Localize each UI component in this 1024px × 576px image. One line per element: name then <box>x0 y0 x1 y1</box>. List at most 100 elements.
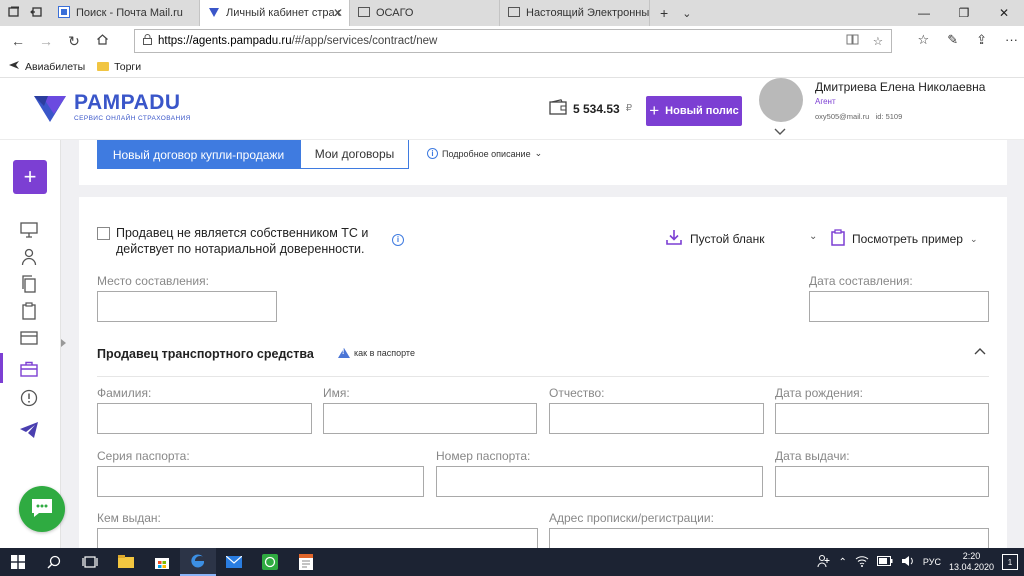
minimize-icon[interactable]: — <box>904 6 944 20</box>
pampadu-logo[interactable]: PAMPADU СЕРВИС ОНЛАЙН СТРАХОВАНИЯ <box>32 92 191 127</box>
birth-date-input[interactable] <box>775 403 989 434</box>
people-icon[interactable] <box>817 554 831 570</box>
task-view-icon[interactable] <box>72 548 108 576</box>
last-name-input[interactable] <box>97 403 312 434</box>
view-example-button[interactable]: Посмотреть пример ⌄ <box>831 229 978 249</box>
notes-pen-icon[interactable]: ✎ <box>947 32 958 48</box>
store-icon[interactable] <box>144 548 180 576</box>
tab-list-chevron-icon[interactable]: ⌄ <box>682 7 691 20</box>
tab-my-contracts[interactable]: Мои договоры <box>300 140 409 169</box>
clock-time: 2:20 <box>962 551 981 561</box>
tab-electronic[interactable]: Настоящий Электронный Г <box>500 0 650 26</box>
monitor-icon[interactable] <box>19 220 39 240</box>
passport-series-label: Серия паспорта: <box>97 449 190 463</box>
address-bar-row: ← → ↻ https://agents.pampadu.ru/#/app/se… <box>0 26 1024 56</box>
share-icon[interactable]: ⇪ <box>976 32 987 48</box>
clock[interactable]: 2:20 13.04.2020 <box>949 551 994 573</box>
tray-chevron-up-icon[interactable]: ⌃ <box>839 557 847 568</box>
favorite-star-icon[interactable]: ☆ <box>873 34 883 48</box>
user-name: Дмитриева Елена Николаевна <box>815 80 986 94</box>
tab-pampadu[interactable]: Личный кабинет страх ✕ <box>200 0 350 26</box>
app-header: PAMPADU СЕРВИС ОНЛАЙН СТРАХОВАНИЯ 5 534.… <box>0 78 1024 140</box>
url-field[interactable]: https://agents.pampadu.ru/#/app/services… <box>134 29 892 53</box>
place-input[interactable] <box>97 291 277 322</box>
favorites-list-icon[interactable]: ☆ <box>918 32 930 48</box>
windows-start-icon[interactable] <box>0 548 36 576</box>
date-label: Дата составления: <box>809 274 913 288</box>
refresh-icon[interactable]: ↻ <box>60 33 88 50</box>
reading-view-icon[interactable] <box>846 34 859 48</box>
notification-center-icon[interactable]: 1 <box>1002 554 1018 570</box>
home-icon[interactable] <box>88 33 116 49</box>
mail-app-icon[interactable] <box>216 548 252 576</box>
card-icon[interactable] <box>19 328 39 348</box>
plane-icon <box>8 59 20 74</box>
close-tab-icon[interactable]: ✕ <box>333 6 343 20</box>
forward-arrow-icon[interactable]: → <box>32 33 60 49</box>
briefcase-icon[interactable] <box>0 353 39 383</box>
bookmark-aviatickets[interactable]: Авиабилеты <box>8 59 85 74</box>
alert-circle-icon[interactable] <box>19 388 39 408</box>
plus-icon: + <box>649 101 660 120</box>
seller-not-owner-checkbox[interactable] <box>97 227 110 240</box>
chevron-down-icon[interactable]: ⌄ <box>809 231 817 242</box>
info-icon[interactable]: i <box>392 234 404 246</box>
sidebar-expand-arrow-icon[interactable] <box>61 339 66 347</box>
battery-icon[interactable] <box>876 556 893 568</box>
restore-icon[interactable]: ❐ <box>944 6 984 20</box>
passport-number-input[interactable] <box>436 466 763 497</box>
sidebar-add-button[interactable]: + <box>13 160 47 194</box>
user-info[interactable]: Дмитриева Елена Николаевна Агент oxy505@… <box>815 80 985 121</box>
whatsapp-icon[interactable] <box>252 548 288 576</box>
new-tab-icon[interactable]: + <box>660 5 668 21</box>
user-icon[interactable] <box>19 247 39 267</box>
document-app-icon[interactable] <box>288 548 324 576</box>
tab-actions-icon[interactable] <box>8 6 20 21</box>
back-arrow-icon[interactable]: ← <box>4 33 32 49</box>
search-icon[interactable] <box>36 548 72 576</box>
issued-by-input[interactable] <box>97 528 538 548</box>
address-label: Адрес прописки/регистрации: <box>549 511 714 525</box>
download-icon <box>666 229 682 248</box>
close-window-icon[interactable]: ✕ <box>984 6 1024 20</box>
empty-blank-button[interactable]: Пустой бланк <box>666 229 764 248</box>
details-link[interactable]: i Подробное описание ⌄ <box>427 148 542 159</box>
tab-osago[interactable]: ОСАГО <box>350 0 500 26</box>
passport-number-label: Номер паспорта: <box>436 449 531 463</box>
first-name-input[interactable] <box>323 403 537 434</box>
details-label: Подробное описание <box>442 148 531 159</box>
edge-browser-icon[interactable] <box>180 548 216 576</box>
logo-subtitle: СЕРВИС ОНЛАЙН СТРАХОВАНИЯ <box>74 115 191 122</box>
more-menu-icon[interactable]: ··· <box>1005 32 1018 48</box>
back-to-tabs-icon[interactable] <box>30 6 42 21</box>
bookmark-torgi[interactable]: Торги <box>97 61 141 73</box>
chevron-down-icon[interactable] <box>774 125 786 139</box>
as-in-passport-hint[interactable]: как в паспорте <box>338 348 415 358</box>
file-explorer-icon[interactable] <box>108 548 144 576</box>
avatar[interactable] <box>759 78 803 122</box>
network-icon[interactable] <box>855 555 869 569</box>
clock-date: 13.04.2020 <box>948 562 994 572</box>
new-policy-button[interactable]: + Новый полис <box>646 96 742 126</box>
date-input[interactable] <box>809 291 989 322</box>
seller-not-owner-label[interactable]: Продавец не является собственником ТС и … <box>116 225 382 257</box>
volume-icon[interactable] <box>901 555 915 569</box>
system-tray: ⌃ РУС 2:20 13.04.2020 1 <box>817 551 1024 573</box>
clipboard-icon[interactable] <box>19 301 39 321</box>
chevron-up-icon[interactable] <box>974 346 986 358</box>
patronymic-input[interactable] <box>549 403 764 434</box>
language-indicator[interactable]: РУС <box>923 557 941 567</box>
tab-mail[interactable]: Поиск - Почта Mail.ru <box>50 0 200 26</box>
telegram-icon[interactable] <box>19 420 39 440</box>
tab-new-contract[interactable]: Новый договор купли-продажи <box>97 140 300 169</box>
address-input[interactable] <box>549 528 989 548</box>
chat-button[interactable] <box>19 486 65 532</box>
pampadu-favicon-icon <box>208 6 220 21</box>
copy-icon[interactable] <box>19 274 39 294</box>
issue-date-input[interactable] <box>775 466 989 497</box>
bookmark-label: Торги <box>114 60 142 73</box>
user-id: id: 5109 <box>875 112 903 121</box>
balance[interactable]: 5 534.53 ₽ <box>549 99 632 118</box>
url-path: /#/app/services/contract/new <box>291 35 438 47</box>
passport-series-input[interactable] <box>97 466 424 497</box>
